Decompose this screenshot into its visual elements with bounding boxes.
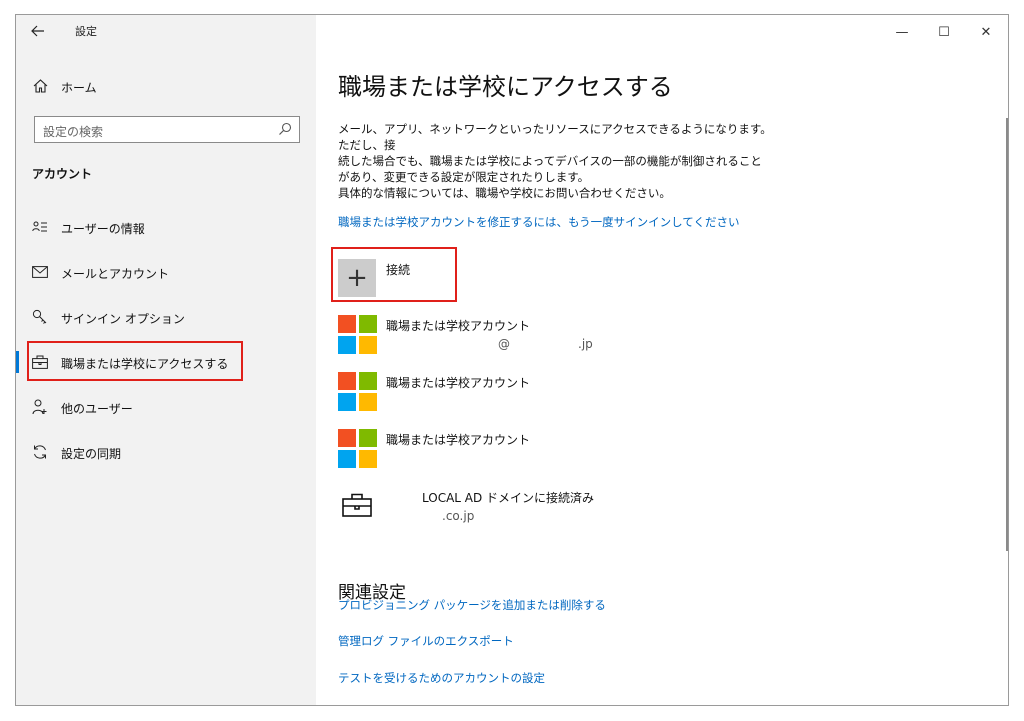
account-item[interactable]: 職場または学校アカウント — [338, 429, 838, 473]
sidebar-item-home[interactable]: ホーム — [16, 73, 316, 99]
sidebar-item-user-info[interactable]: ユーザーの情報 — [16, 212, 316, 242]
description-line: 具体的な情報については、職場や学校にお問い合わせください。 — [338, 186, 671, 200]
sidebar-item-sync[interactable]: 設定の同期 — [16, 437, 316, 467]
description: メール、アプリ、ネットワークといったリソースにアクセスできるようになります。ただ… — [338, 121, 778, 201]
highlight-box — [27, 341, 243, 381]
account-title: 職場または学校アカウント — [386, 433, 531, 447]
section-title-account: アカウント — [32, 167, 93, 181]
search-placeholder: 設定の検索 — [43, 125, 104, 139]
export-log-link[interactable]: 管理ログ ファイルのエクスポート — [338, 633, 514, 649]
account-title: 職場または学校アカウント — [386, 376, 531, 390]
account-title: 職場または学校アカウント — [386, 319, 531, 333]
microsoft-logo-icon — [338, 315, 377, 354]
sidebar-item-label: 設定の同期 — [61, 447, 122, 461]
page-title: 職場または学校にアクセスする — [338, 73, 673, 101]
main-content: — ☐ ✕ 職場または学校にアクセスする メール、アプリ、ネットワークといったリ… — [316, 15, 1008, 705]
microsoft-logo-icon — [338, 429, 377, 468]
highlight-box — [331, 247, 457, 302]
scrollbar[interactable] — [1006, 118, 1008, 551]
reauth-link[interactable]: 職場または学校アカウントを修正するには、もう一度サインインしてください — [338, 214, 739, 230]
description-line: メール、アプリ、ネットワークといったリソースにアクセスできるようになります。ただ… — [338, 122, 772, 152]
account-item[interactable]: 職場または学校アカウント @ .jp — [338, 315, 838, 359]
microsoft-logo-icon — [338, 372, 377, 411]
sidebar-item-label: サインイン オプション — [61, 312, 185, 326]
sync-icon — [32, 444, 48, 460]
sidebar-item-label: ユーザーの情報 — [61, 222, 145, 236]
provisioning-package-link[interactable]: プロビジョニング パッケージを追加または削除する — [338, 597, 606, 613]
user-info-icon — [32, 219, 48, 235]
back-button[interactable] — [24, 19, 52, 43]
close-icon: ✕ — [980, 24, 992, 40]
account-item[interactable]: 職場または学校アカウント — [338, 372, 838, 416]
sidebar-item-label: 他のユーザー — [61, 402, 133, 416]
home-icon — [32, 78, 48, 94]
sidebar: 設定 ホーム 設定の検索 アカウント ユーザーの情報 メールとアカウント サイン… — [16, 15, 316, 705]
description-line: 続した場合でも、職場または学校によってデバイスの一部の機能が制御されること — [338, 154, 762, 168]
account-email-part: @ — [498, 337, 510, 351]
search-icon — [279, 122, 292, 135]
app-title: 設定 — [75, 25, 97, 38]
title-bar: 設定 — [16, 15, 316, 47]
domain-account-title: LOCAL AD ドメインに接続済み — [422, 491, 595, 505]
description-line: があり、変更できる設定が限定されたりします。 — [338, 170, 590, 184]
back-arrow-icon — [31, 25, 44, 37]
sidebar-item-other-users[interactable]: 他のユーザー — [16, 392, 316, 422]
mail-icon — [32, 264, 48, 280]
domain-account-domain: .co.jp — [442, 509, 475, 523]
close-button[interactable]: ✕ — [966, 21, 1006, 43]
sidebar-item-mail[interactable]: メールとアカウント — [16, 257, 316, 287]
test-account-link[interactable]: テストを受けるためのアカウントの設定 — [338, 670, 545, 686]
minimize-icon: — — [895, 24, 909, 40]
settings-window: 設定 ホーム 設定の検索 アカウント ユーザーの情報 メールとアカウント サイン… — [15, 14, 1009, 706]
domain-account-item[interactable]: LOCAL AD ドメインに接続済み .co.jp — [338, 487, 838, 531]
account-email-domain: .jp — [578, 337, 593, 351]
briefcase-icon — [342, 493, 372, 517]
sidebar-item-signin-options[interactable]: サインイン オプション — [16, 302, 316, 332]
maximize-icon: ☐ — [938, 24, 950, 40]
key-icon — [32, 309, 48, 325]
sidebar-item-label: メールとアカウント — [61, 267, 170, 281]
add-person-icon — [32, 399, 48, 415]
maximize-button[interactable]: ☐ — [924, 21, 964, 43]
search-input[interactable]: 設定の検索 — [34, 116, 300, 143]
minimize-button[interactable]: — — [882, 21, 922, 43]
sidebar-home-label: ホーム — [61, 81, 97, 95]
